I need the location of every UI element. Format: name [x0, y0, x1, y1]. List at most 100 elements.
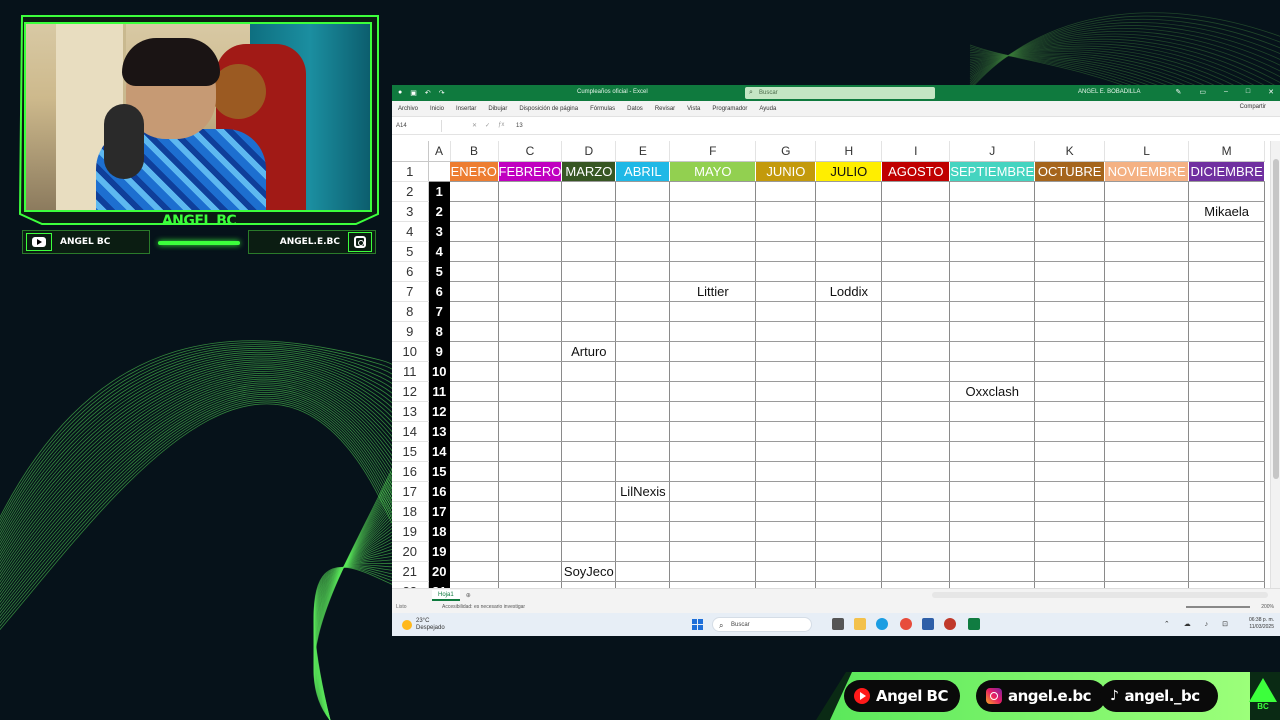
row-header[interactable]: 21: [392, 561, 429, 582]
grid-cell[interactable]: [450, 561, 499, 582]
column-header[interactable]: C: [498, 141, 563, 162]
row-header[interactable]: 4: [392, 221, 429, 242]
undo-icon[interactable]: ↶: [425, 89, 431, 97]
grid-cell[interactable]: [1104, 321, 1190, 342]
grid-cell[interactable]: [815, 341, 883, 362]
horizontal-scrollbar[interactable]: [932, 592, 1268, 598]
close-icon[interactable]: ✕: [1268, 88, 1274, 96]
grid-cell[interactable]: [498, 181, 563, 202]
ribbon-tab[interactable]: Dibujar: [482, 106, 513, 112]
grid-cell[interactable]: [669, 301, 757, 322]
grid-cell[interactable]: [561, 421, 617, 442]
grid-cell[interactable]: [949, 261, 1036, 282]
grid-cell[interactable]: [1034, 401, 1106, 422]
taskbar-search[interactable]: Buscar: [712, 617, 812, 633]
chrome-alt-icon[interactable]: [944, 618, 956, 630]
grid-cell[interactable]: [669, 241, 757, 262]
grid-cell[interactable]: [815, 441, 883, 462]
grid-cell[interactable]: [1104, 201, 1190, 222]
grid-cell[interactable]: [755, 221, 817, 242]
column-header[interactable]: J: [949, 141, 1036, 162]
day-number-cell[interactable]: 15: [428, 461, 450, 482]
column-header[interactable]: M: [1188, 141, 1266, 162]
grid-cell[interactable]: [498, 261, 563, 282]
weather-widget[interactable]: 23°C Despejado: [392, 618, 692, 632]
grid-cell[interactable]: [755, 281, 817, 302]
grid-cell[interactable]: [615, 421, 671, 442]
grid-cell[interactable]: [450, 221, 499, 242]
month-header-cell[interactable]: OCTUBRE: [1034, 161, 1106, 182]
grid-cell[interactable]: [1104, 221, 1190, 242]
column-header[interactable]: I: [881, 141, 951, 162]
grid-cell[interactable]: [1188, 361, 1266, 382]
grid-cell[interactable]: [615, 561, 671, 582]
grid-cell[interactable]: [881, 241, 951, 262]
grid-cell[interactable]: [498, 481, 563, 502]
grid-cell[interactable]: [1188, 421, 1266, 442]
grid-cell[interactable]: [815, 181, 883, 202]
grid-cell[interactable]: [669, 181, 757, 202]
grid-cell[interactable]: [561, 221, 617, 242]
grid-cell[interactable]: [755, 241, 817, 262]
grid-cell[interactable]: [755, 341, 817, 362]
grid-cell[interactable]: [498, 421, 563, 442]
day-number-cell[interactable]: 16: [428, 481, 450, 502]
grid-cell[interactable]: [498, 501, 563, 522]
grid-cell[interactable]: [949, 521, 1036, 542]
edge-icon[interactable]: [876, 618, 888, 630]
add-sheet-icon[interactable]: ⊕: [466, 592, 471, 599]
grid-cell[interactable]: [561, 461, 617, 482]
grid-cell[interactable]: [498, 521, 563, 542]
grid-cell[interactable]: [1104, 401, 1190, 422]
grid-cell[interactable]: [949, 201, 1036, 222]
grid-cell[interactable]: [561, 381, 617, 402]
formula-input[interactable]: 13: [512, 123, 523, 129]
grid-cell[interactable]: [669, 541, 757, 562]
ribbon-tab[interactable]: Datos: [621, 106, 649, 112]
grid-cell[interactable]: [561, 441, 617, 462]
grid-cell[interactable]: [561, 481, 617, 502]
grid-cell[interactable]: [561, 521, 617, 542]
month-header-cell[interactable]: MARZO: [561, 161, 617, 182]
grid-cell[interactable]: [561, 361, 617, 382]
grid-cell[interactable]: [881, 381, 951, 402]
row-header[interactable]: 18: [392, 501, 429, 522]
grid-cell[interactable]: [881, 321, 951, 342]
birthday-cell[interactable]: Mikaela: [1188, 201, 1266, 222]
ribbon-display-icon[interactable]: ▭: [1199, 88, 1206, 96]
row-header[interactable]: 6: [392, 261, 429, 282]
row-header[interactable]: 11: [392, 361, 429, 382]
start-button[interactable]: [692, 619, 703, 630]
grid-cell[interactable]: [815, 221, 883, 242]
column-header[interactable]: G: [755, 141, 817, 162]
grid-cell[interactable]: [755, 321, 817, 342]
row-header[interactable]: 13: [392, 401, 429, 422]
grid-cell[interactable]: [1034, 181, 1106, 202]
grid-cell[interactable]: [755, 421, 817, 442]
grid-cell[interactable]: [1188, 461, 1266, 482]
grid-cell[interactable]: [1104, 181, 1190, 202]
grid-cell[interactable]: [815, 361, 883, 382]
grid-cell[interactable]: [561, 401, 617, 422]
grid-cell[interactable]: [669, 401, 757, 422]
grid-cell[interactable]: [669, 321, 757, 342]
grid-cell[interactable]: [881, 501, 951, 522]
grid-cell[interactable]: [1034, 501, 1106, 522]
ribbon-tab[interactable]: Disposición de página: [513, 106, 584, 112]
grid-cell[interactable]: [1188, 401, 1266, 422]
month-header-cell[interactable]: FEBRERO: [498, 161, 563, 182]
grid-cell[interactable]: [1034, 261, 1106, 282]
grid-cell[interactable]: [755, 481, 817, 502]
row-header[interactable]: 15: [392, 441, 429, 462]
grid-cell[interactable]: [450, 521, 499, 542]
grid-cell[interactable]: [949, 561, 1036, 582]
grid-cell[interactable]: [755, 461, 817, 482]
grid-cell[interactable]: [498, 441, 563, 462]
day-number-cell[interactable]: 18: [428, 521, 450, 542]
grid-cell[interactable]: [498, 561, 563, 582]
grid-cell[interactable]: [450, 421, 499, 442]
row-header[interactable]: 14: [392, 421, 429, 442]
month-header-cell[interactable]: SEPTIEMBRE: [949, 161, 1036, 182]
grid-cell[interactable]: [1034, 201, 1106, 222]
grid-cell[interactable]: [561, 241, 617, 262]
